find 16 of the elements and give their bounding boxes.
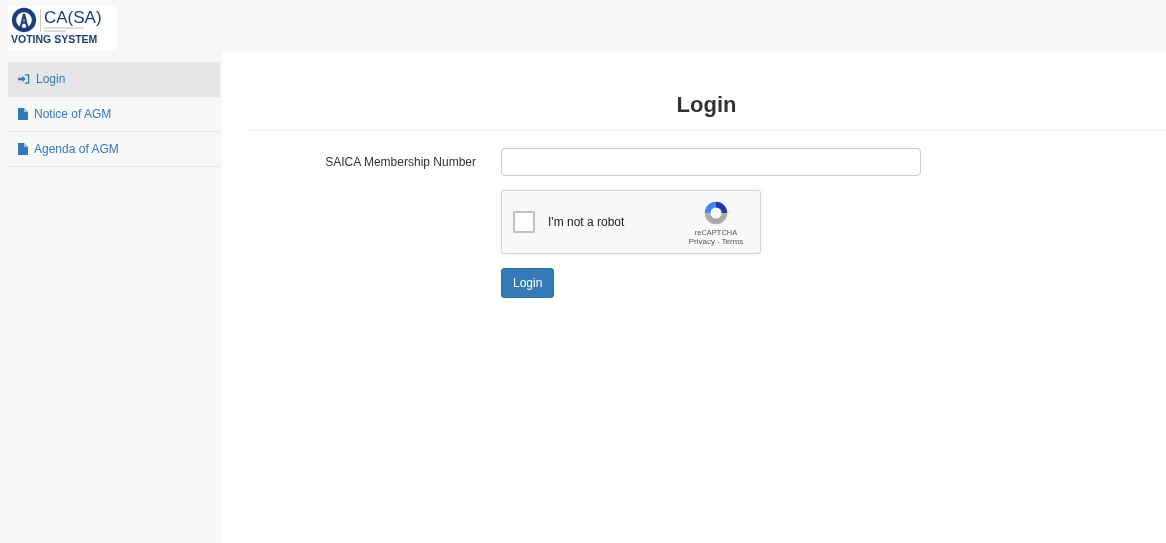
logo-subtitle: VOTING SYSTEM	[11, 33, 99, 45]
field-label: SAICA Membership Number	[324, 154, 476, 171]
membership-number-field[interactable]	[501, 148, 921, 176]
page-title: Login	[675, 92, 738, 118]
captcha-label: I'm not a robot	[548, 215, 626, 229]
file-icon	[18, 143, 28, 155]
captcha-checkbox[interactable]	[513, 211, 535, 233]
separator: -	[716, 236, 720, 246]
sign-in-icon	[18, 74, 30, 84]
tagline-lines-drawing	[44, 26, 84, 32]
sidebar-item[interactable]: Login	[8, 62, 220, 97]
logo-name: CA(SA)	[44, 8, 102, 27]
login-button[interactable]: Login	[501, 268, 555, 298]
file-icon	[18, 108, 28, 120]
privacy-link[interactable]: Privacy	[688, 236, 715, 246]
terms-link[interactable]: Terms	[721, 236, 744, 246]
